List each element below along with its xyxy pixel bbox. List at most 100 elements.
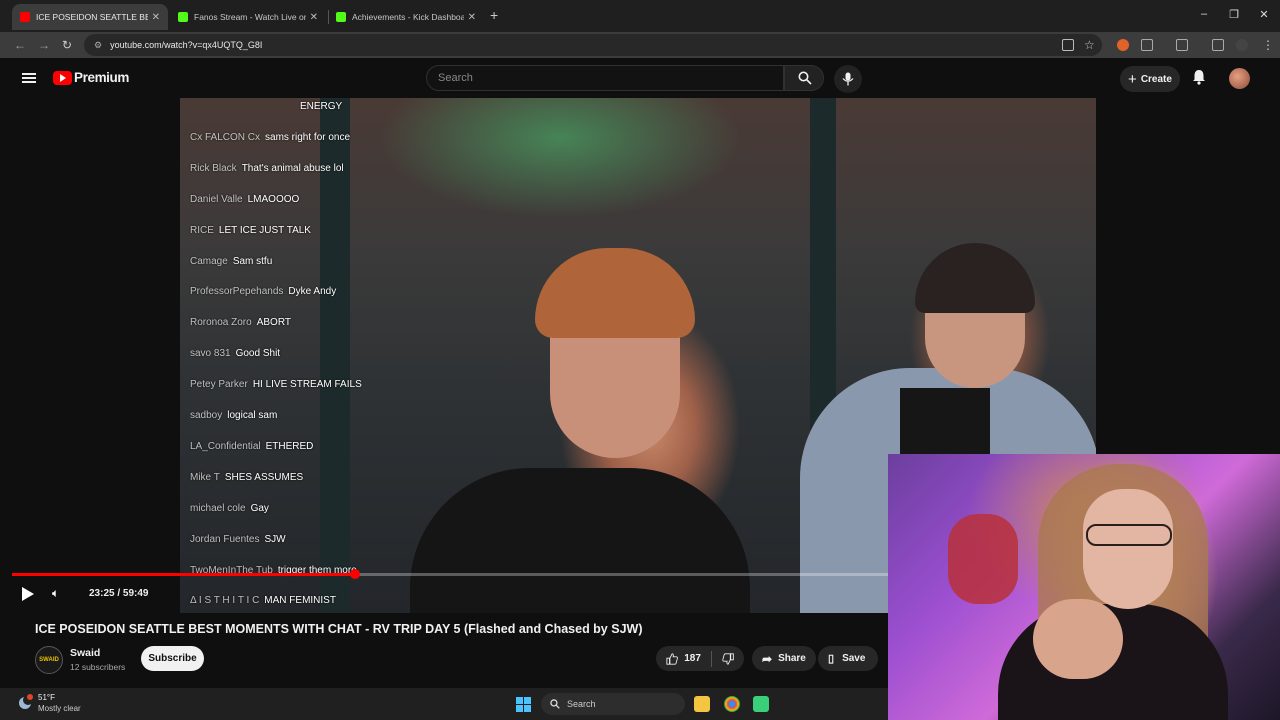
share-button[interactable]: ➦ Share <box>752 646 816 671</box>
chat-username: Daniel Valle <box>190 193 243 205</box>
tab-fanos-stream[interactable]: Fanos Stream - Watch Live on K ✕ <box>170 4 326 30</box>
bookmark-star-icon[interactable]: ☆ <box>1084 38 1095 52</box>
chat-message: Rick Black That's animal abuse lol <box>190 163 344 174</box>
youtube-logo-icon[interactable] <box>53 71 72 85</box>
chat-username: michael cole <box>190 502 246 514</box>
progress-bar[interactable] <box>12 569 888 579</box>
chat-username: Rick Black <box>190 162 237 174</box>
media-icon[interactable] <box>1176 39 1188 51</box>
browser-toolbar: ← → ↻ ⚙ youtube.com/watch?v=qx4UQTQ_G8I … <box>0 32 1280 58</box>
weather-temperature[interactable]: 51°F <box>38 693 55 702</box>
weather-description[interactable]: Mostly clear <box>38 704 81 713</box>
voice-search-button[interactable] <box>834 65 862 93</box>
chat-text: ETHERED <box>265 440 314 452</box>
taskbar-search[interactable]: Search <box>541 693 685 715</box>
chat-text: ABORT <box>256 317 291 329</box>
browser-tab-bar: ICE POSEIDON SEATTLE BEST M ✕ Fanos Stre… <box>0 0 1280 32</box>
chat-text: ENERGY <box>300 101 343 112</box>
windows-taskbar: 51°F Mostly clear Search <box>0 688 888 720</box>
webcam-person-glasses <box>1086 524 1172 546</box>
address-bar[interactable]: ⚙ youtube.com/watch?v=qx4UQTQ_G8I <box>84 34 1102 56</box>
tab-kick-dashboard[interactable]: Achievements - Kick Dashboard ✕ <box>328 4 484 30</box>
search-button[interactable] <box>784 65 824 91</box>
thumbs-up-icon[interactable] <box>666 652 678 666</box>
weather-moon-icon[interactable] <box>17 694 34 711</box>
windows-start-icon[interactable] <box>516 697 531 712</box>
reload-icon[interactable]: ↻ <box>62 38 72 52</box>
subscribe-button[interactable]: Subscribe <box>141 646 204 671</box>
search-icon <box>550 699 560 709</box>
channel-name[interactable]: Swaid <box>70 647 100 659</box>
search-input[interactable]: Search <box>426 65 784 91</box>
chat-message: Cx FALCON Cx sams right for once <box>190 132 350 143</box>
tab-youtube[interactable]: ICE POSEIDON SEATTLE BEST M ✕ <box>12 4 168 30</box>
play-icon[interactable] <box>20 587 34 601</box>
downloads-icon[interactable] <box>1212 39 1224 51</box>
chat-text: SJW <box>264 533 286 545</box>
subscriber-count: 12 subscribers <box>70 662 126 672</box>
close-tab-icon[interactable]: ✕ <box>310 12 318 23</box>
chat-text: Good Shit <box>235 348 281 360</box>
chat-message: Petey Parker HI LIVE STREAM FAILS <box>190 379 362 390</box>
extensions-puzzle-icon[interactable] <box>1141 39 1153 51</box>
time-display: 23:25 / 59:49 <box>89 588 149 599</box>
webcam-person-hand <box>1033 599 1123 679</box>
file-explorer-icon[interactable] <box>694 696 710 712</box>
profile-icon[interactable] <box>1236 39 1248 51</box>
chat-message: Roronoa Zoro ABORT <box>190 317 291 328</box>
chat-username: Camage <box>190 255 228 267</box>
thumbs-down-icon[interactable] <box>722 652 734 666</box>
chat-username: sadboy <box>190 410 223 421</box>
chat-message: Mike T SHES ASSUMES <box>190 472 303 483</box>
channel-avatar[interactable]: SWAID <box>35 646 63 674</box>
microphone-icon <box>842 72 854 86</box>
chat-text: SHES ASSUMES <box>224 471 304 483</box>
chat-username: Roronoa Zoro <box>190 317 252 329</box>
close-tab-icon[interactable]: ✕ <box>468 12 476 23</box>
chat-message: Daniel Valle LMAOOOO <box>190 194 299 205</box>
chat-message: Δ I S T H I T I C MAN FEMINIST <box>190 595 336 606</box>
create-button[interactable]: + Create <box>1120 66 1180 92</box>
chat-message: LA_Confidential ETHERED <box>190 441 313 452</box>
app-icon[interactable] <box>753 696 769 712</box>
youtube-masthead: Premium Search + Create <box>0 58 1280 98</box>
chat-username: savo 831 <box>190 348 231 360</box>
chrome-icon[interactable] <box>724 696 740 712</box>
chat-username: ProfessorPepehands <box>190 286 284 298</box>
volume-icon[interactable]: 🔈︎ <box>52 586 59 601</box>
chat-username: Cx FALCON Cx <box>190 131 261 143</box>
kick-favicon-icon <box>178 12 188 22</box>
menu-kebab-icon[interactable]: ⋮ <box>1262 38 1274 52</box>
forward-icon[interactable]: → <box>38 38 50 52</box>
search-icon <box>798 71 812 85</box>
site-info-icon[interactable]: ⚙ <box>94 40 102 51</box>
extension-icon[interactable] <box>1117 39 1129 51</box>
chat-text: sams right for once <box>265 131 351 143</box>
back-icon[interactable]: ← <box>14 38 26 52</box>
notifications-bell-icon[interactable] <box>1192 69 1206 85</box>
account-avatar[interactable] <box>1229 68 1250 89</box>
chat-message: ENERGY <box>295 101 342 112</box>
chat-username: Mike T <box>190 471 220 483</box>
chat-text: logical sam <box>227 410 278 421</box>
chat-text: LET ICE JUST TALK <box>218 224 311 236</box>
menu-icon[interactable] <box>22 73 36 83</box>
video-person-center-hair <box>535 248 695 338</box>
save-button[interactable]: ▯ Save <box>818 646 878 671</box>
youtube-brand-label[interactable]: Premium <box>74 70 129 85</box>
video-person-center <box>410 468 750 613</box>
progress-played <box>12 573 355 576</box>
close-window-icon[interactable]: ✕ <box>1254 8 1274 21</box>
chat-username: Δ I S T H I T I C <box>190 595 260 607</box>
chat-text: LMAOOOO <box>247 193 300 205</box>
like-count[interactable]: 187 <box>684 653 701 664</box>
tab-title: ICE POSEIDON SEATTLE BEST M <box>36 12 148 22</box>
progress-scrubber[interactable] <box>349 569 360 579</box>
install-app-icon[interactable] <box>1062 39 1074 51</box>
restore-icon[interactable]: ❐ <box>1224 8 1244 21</box>
close-tab-icon[interactable]: ✕ <box>152 12 160 23</box>
bookmark-icon: ▯ <box>828 653 835 665</box>
share-label: Share <box>778 653 806 664</box>
new-tab-icon[interactable]: + <box>490 7 498 23</box>
minimize-icon[interactable]: – <box>1194 8 1214 20</box>
